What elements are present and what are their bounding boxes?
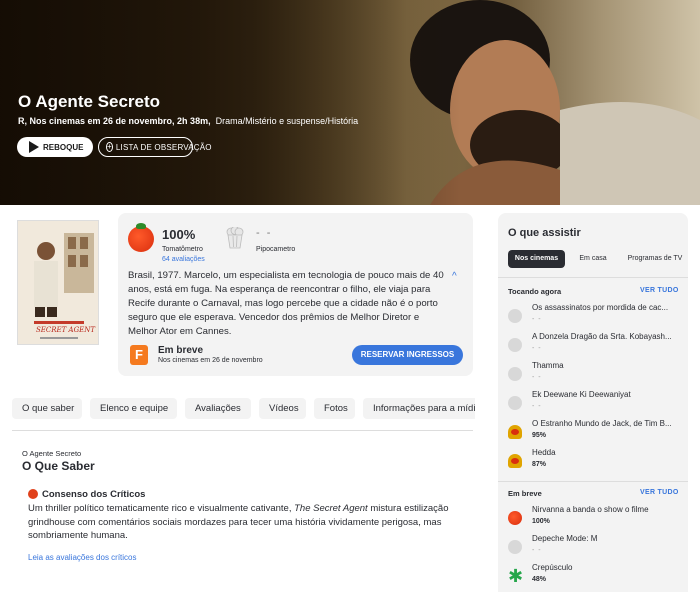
section-kicker: O Agente Secreto xyxy=(22,449,82,458)
list-item[interactable]: Os assassinatos por mordida de cac... - … xyxy=(508,301,686,327)
tab-media-info[interactable]: Informações para a mídia xyxy=(363,398,475,419)
svg-text:SECRET AGENT: SECRET AGENT xyxy=(36,326,96,334)
release-subtitle: Nos cinemas em 26 de novembro xyxy=(158,357,263,364)
tab-in-theaters[interactable]: Nos cinemas xyxy=(508,250,565,268)
synopsis-text: Brasil, 1977. Marcelo, um especialista e… xyxy=(128,270,444,337)
popcornmeter-score: - - xyxy=(256,227,273,239)
movie-meta: R, Nos cinemas em 26 de novembro, 2h 38m… xyxy=(18,116,359,126)
empty-score-icon xyxy=(508,540,522,554)
what-to-watch-title: O que assistir xyxy=(508,227,581,239)
tab-photos[interactable]: Fotos xyxy=(314,398,355,419)
play-icon xyxy=(29,141,39,153)
divider xyxy=(498,481,688,482)
fandango-icon: F xyxy=(130,345,148,365)
tab-videos[interactable]: Vídeos xyxy=(259,398,306,419)
see-all-coming-soon-link[interactable]: VER TUDO xyxy=(640,489,679,496)
certified-fresh-icon xyxy=(508,425,522,439)
buy-tickets-button[interactable]: RESERVAR INGRESSOS xyxy=(352,345,463,365)
popcorn-bucket-icon xyxy=(226,227,244,249)
critics-consensus-text: Um thriller político tematicamente rico … xyxy=(28,503,449,541)
release-title: Em breve xyxy=(158,345,204,356)
tab-cast-crew[interactable]: Elenco e equipe xyxy=(90,398,177,419)
section-title: O Que Saber xyxy=(22,459,95,473)
movie-poster[interactable]: SECRET AGENT xyxy=(17,220,99,345)
tab-tv-shows[interactable]: Programas de TV xyxy=(622,250,688,268)
list-item[interactable]: ✱ Crepúsculo 48% xyxy=(508,561,686,587)
tab-what-to-know[interactable]: O que saber xyxy=(12,398,82,419)
tomatometer-score[interactable]: 100% xyxy=(162,227,195,242)
empty-score-icon xyxy=(508,396,522,410)
tab-at-home[interactable]: Em casa xyxy=(570,250,616,268)
divider xyxy=(12,430,473,431)
empty-score-icon xyxy=(508,309,522,323)
certified-fresh-icon xyxy=(508,454,522,468)
trailer-button[interactable]: REBOQUE xyxy=(17,137,93,157)
tomato-icon xyxy=(508,511,522,525)
see-all-now-playing-link[interactable]: VER TUDO xyxy=(640,287,679,294)
critics-consensus-title: Consenso dos Críticos xyxy=(42,489,146,500)
tomato-icon xyxy=(28,489,38,499)
poster-image: SECRET AGENT xyxy=(18,221,98,344)
chevron-up-icon[interactable]: ^ xyxy=(452,271,457,282)
list-item[interactable]: Nirvanna a banda o show o filme 100% xyxy=(508,503,686,529)
coming-soon-heading: Em breve xyxy=(508,489,542,498)
list-item[interactable]: O Estranho Mundo de Jack, de Tim B... 95… xyxy=(508,417,686,443)
now-playing-heading: Tocando agora xyxy=(508,287,562,296)
popcornmeter-label: Pipocametro xyxy=(256,246,296,253)
empty-score-icon xyxy=(508,367,522,381)
plus-circle-icon: + xyxy=(106,142,113,152)
empty-score-icon xyxy=(508,338,522,352)
list-item[interactable]: Thamma - - xyxy=(508,359,686,385)
tab-reviews[interactable]: Avaliações xyxy=(185,398,251,419)
movie-title: O Agente Secreto xyxy=(18,92,161,111)
list-item[interactable]: Depeche Mode: M - - xyxy=(508,532,686,558)
reviews-count-link[interactable]: 64 avaliações xyxy=(162,256,205,263)
read-critic-reviews-link[interactable]: Leia as avaliações dos críticos xyxy=(28,553,137,562)
watchlist-button[interactable]: + LISTA DE OBSERVAÇÃO xyxy=(98,137,212,157)
list-item[interactable]: Hedda 87% xyxy=(508,446,686,472)
tomatometer-label: Tomatômetro xyxy=(162,246,203,253)
list-item[interactable]: Ek Deewane Ki Deewaniyat - - xyxy=(508,388,686,414)
divider xyxy=(498,277,688,278)
fresh-tomato-icon xyxy=(128,223,154,252)
rotten-splat-icon: ✱ xyxy=(508,566,524,586)
list-item[interactable]: A Donzela Dragão da Srta. Kobayash... - … xyxy=(508,330,686,356)
